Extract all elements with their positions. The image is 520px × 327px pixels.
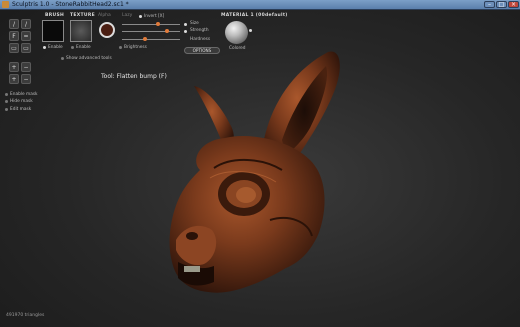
rabbit-teeth	[184, 266, 200, 272]
sculpt-viewport[interactable]	[0, 0, 520, 327]
triangle-count: 491970 triangles	[6, 313, 45, 318]
rabbit-eye	[236, 187, 256, 203]
rabbit-nostril	[186, 232, 198, 240]
